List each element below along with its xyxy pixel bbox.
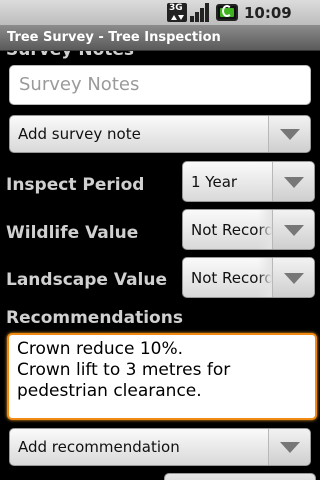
network-type-label: 3G — [169, 3, 183, 13]
window-title: Tree Survey - Tree Inspection — [7, 30, 221, 45]
network-3g-icon: 3G — [167, 3, 187, 22]
add-recommendation-text: Add recommendation — [18, 438, 180, 456]
landscape-value-label: Landscape Value — [6, 270, 168, 290]
form-scroll-area[interactable]: Survey Notes Survey Notes Add survey not… — [0, 51, 320, 480]
landscape-value-spinner[interactable]: Not Recorded — [182, 257, 315, 298]
chevron-down-icon[interactable] — [268, 429, 310, 465]
survey-notes-label: Survey Notes — [6, 51, 134, 60]
chevron-down-icon[interactable] — [272, 162, 314, 201]
recommendations-label: Recommendations — [6, 308, 183, 328]
chevron-down-icon[interactable] — [268, 116, 310, 152]
survey-notes-input[interactable]: Survey Notes — [9, 65, 311, 105]
signal-strength-icon — [190, 3, 212, 22]
title-bar: Tree Survey - Tree Inspection — [0, 25, 320, 51]
battery-charging-icon — [216, 4, 238, 21]
wildlife-value-label: Wildlife Value — [6, 223, 139, 243]
inspect-period-value: 1 Year — [191, 172, 238, 191]
chevron-down-icon[interactable] — [272, 210, 314, 249]
recommendations-input[interactable]: Crown reduce 10%. Crown lift to 3 metres… — [7, 333, 317, 420]
inspect-period-spinner[interactable]: 1 Year — [182, 161, 315, 202]
add-survey-note-spinner[interactable]: Add survey note — [9, 115, 311, 153]
add-survey-note-text: Add survey note — [18, 125, 141, 143]
chevron-down-icon[interactable] — [272, 258, 314, 297]
status-bar: 3G 10:09 AM — [0, 0, 320, 40]
add-recommendation-spinner[interactable]: Add recommendation — [9, 428, 311, 466]
wildlife-value-spinner[interactable]: Not Recorded — [182, 209, 315, 250]
next-button-partial[interactable] — [164, 473, 316, 480]
inspect-period-label: Inspect Period — [6, 175, 145, 195]
